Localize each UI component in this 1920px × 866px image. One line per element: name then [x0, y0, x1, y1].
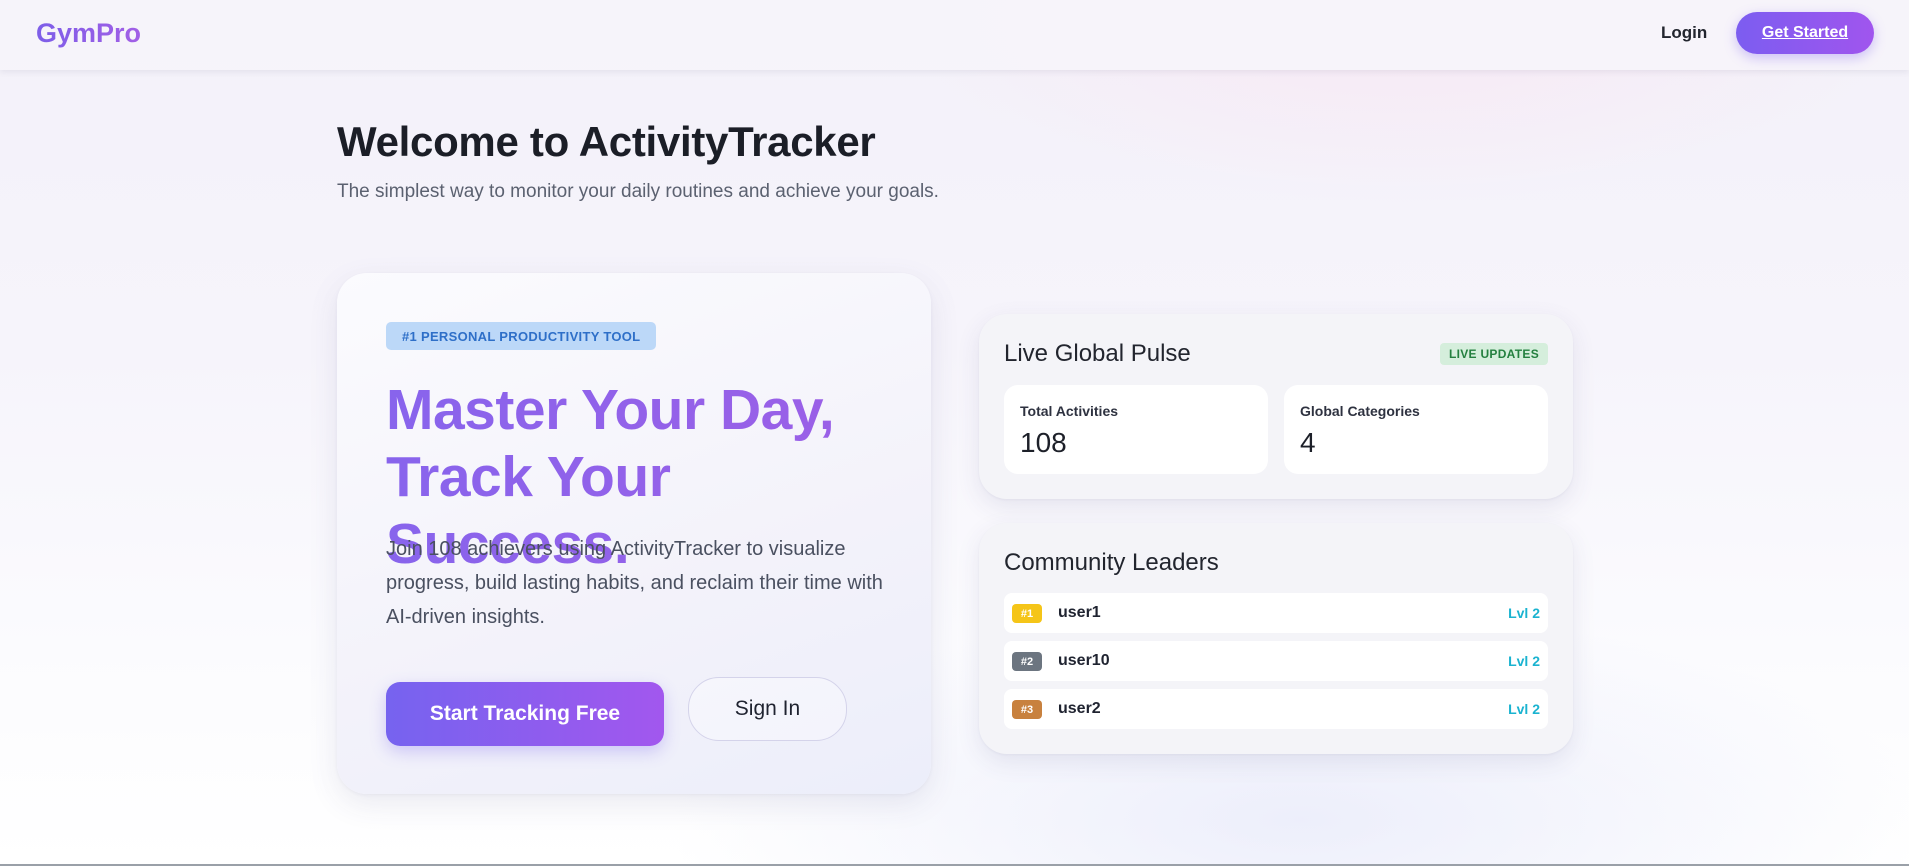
live-global-pulse-panel: Live Global Pulse LIVE UPDATES Total Act… [979, 314, 1573, 499]
login-link[interactable]: Login [1661, 23, 1707, 43]
rank-badge: #3 [1012, 700, 1042, 719]
brand-logo[interactable]: GymPro [36, 18, 141, 49]
live-updates-badge: LIVE UPDATES [1439, 343, 1548, 365]
stat-label: Total Activities [1020, 403, 1119, 419]
rank-badge: #1 [1012, 604, 1042, 623]
leader-username: user10 [1058, 652, 1110, 669]
top-navbar: GymPro Login Get Started [0, 0, 1909, 70]
leaders-panel-title: Community Leaders [1004, 549, 1219, 576]
hero-card: #1 PERSONAL PRODUCTIVITY TOOL Master You… [337, 273, 931, 794]
stat-value: 108 [1020, 427, 1067, 458]
leader-level: Lvl 2 [1508, 701, 1540, 717]
leader-username: user1 [1058, 604, 1101, 621]
get-started-button[interactable]: Get Started [1736, 12, 1874, 54]
leaderboard-row[interactable]: #1 user1 Lvl 2 [1004, 593, 1548, 633]
rank-badge: #2 [1012, 652, 1042, 671]
global-categories-stat: Global Categories 4 [1284, 385, 1548, 474]
leader-username: user2 [1058, 700, 1101, 717]
page-scroll-gutter [1909, 0, 1920, 866]
community-leaders-panel: Community Leaders #1 user1 Lvl 2 #2 user… [979, 523, 1573, 754]
page-title: Welcome to ActivityTracker [337, 118, 876, 165]
leader-level: Lvl 2 [1508, 653, 1540, 669]
leaderboard-row[interactable]: #3 user2 Lvl 2 [1004, 689, 1548, 729]
start-tracking-button[interactable]: Start Tracking Free [386, 682, 664, 746]
stat-value: 4 [1300, 427, 1316, 458]
leader-level: Lvl 2 [1508, 605, 1540, 621]
leaderboard-row[interactable]: #2 user10 Lvl 2 [1004, 641, 1548, 681]
hero-headline-line-1: Master Your Day, [386, 378, 835, 442]
stat-label: Global Categories [1300, 403, 1420, 419]
page-background: GymPro Login Get Started Welcome to Acti… [0, 0, 1909, 866]
total-activities-stat: Total Activities 108 [1004, 385, 1268, 474]
productivity-badge: #1 PERSONAL PRODUCTIVITY TOOL [386, 322, 657, 350]
hero-description: Join 108 achievers using ActivityTracker… [386, 538, 883, 628]
pulse-panel-title: Live Global Pulse [1004, 340, 1191, 367]
sign-in-button[interactable]: Sign In [688, 677, 847, 741]
page-subtitle: The simplest way to monitor your daily r… [337, 181, 939, 202]
